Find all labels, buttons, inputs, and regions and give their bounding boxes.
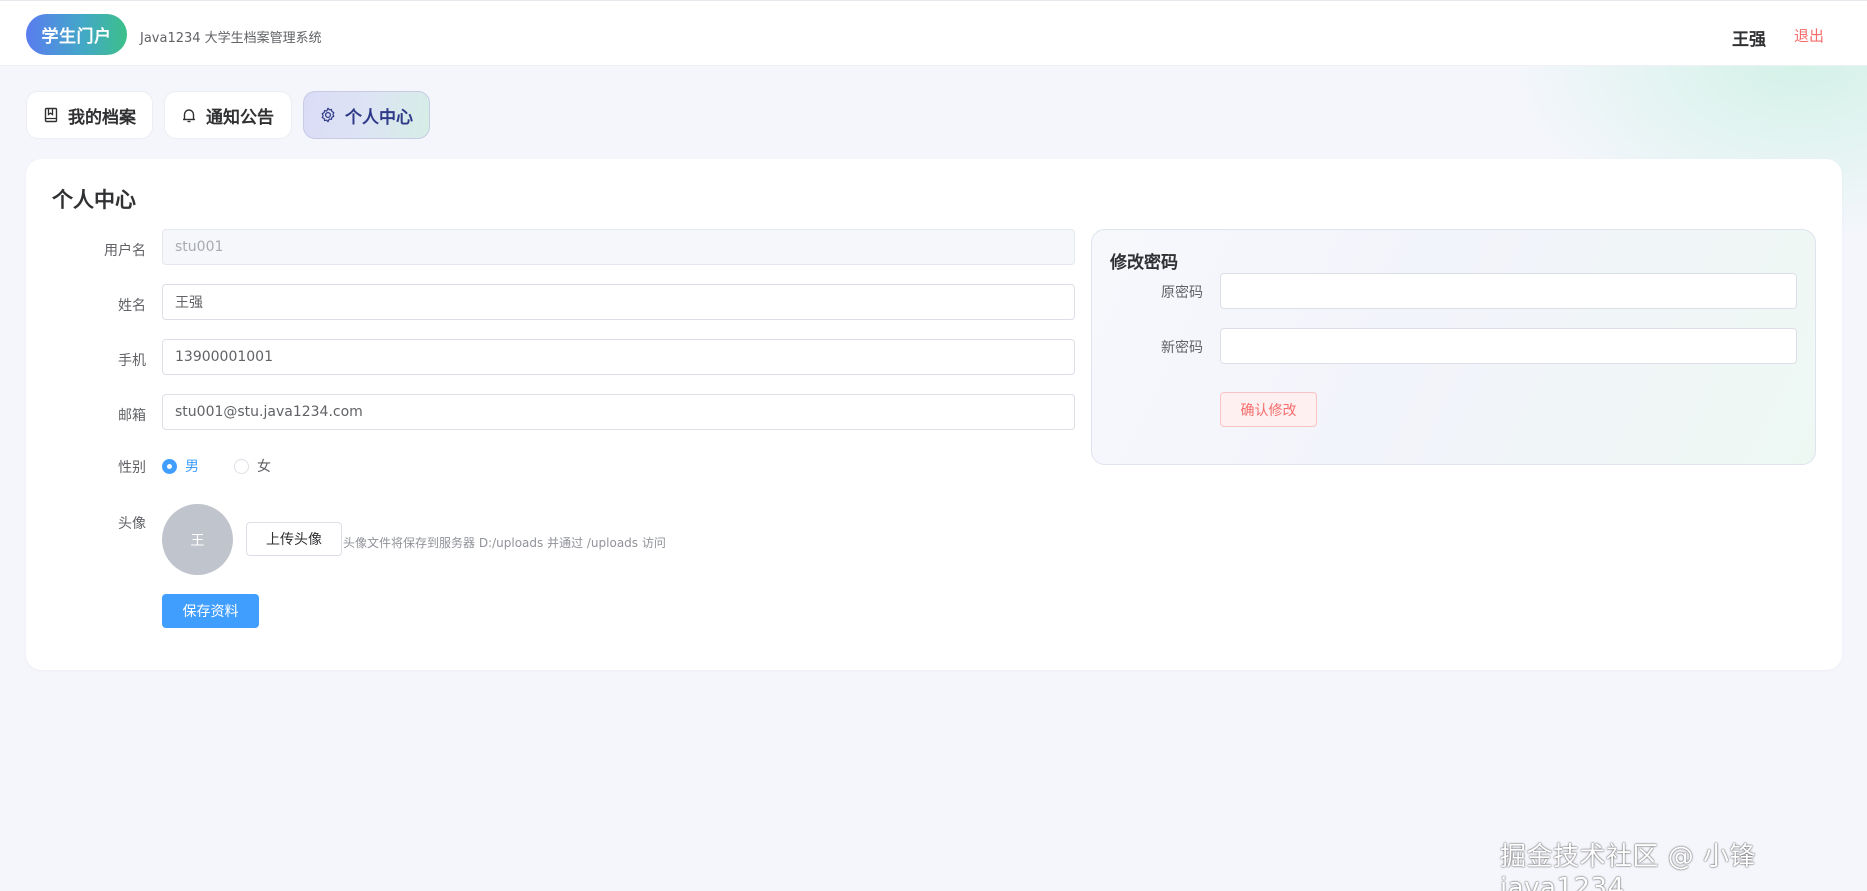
old-password-label: 原密码 xyxy=(1161,285,1203,301)
radio-dot xyxy=(234,458,249,474)
password-panel-title: 修改密码 xyxy=(1110,253,1178,273)
upload-avatar-button[interactable]: 上传头像 xyxy=(246,522,342,556)
page-title: 个人中心 xyxy=(52,188,136,212)
phone-field[interactable]: 13900001001 xyxy=(162,339,1075,375)
gender-label: 性别 xyxy=(118,460,146,476)
system-subtitle: Java1234 大学生档案管理系统 xyxy=(140,31,322,46)
profile-card: 个人中心 用户名 stu001 姓名 王强 手机 13900001001 邮箱 … xyxy=(26,159,1842,670)
old-password-field[interactable] xyxy=(1220,273,1797,309)
bell-icon xyxy=(180,106,198,124)
gender-radio-male[interactable]: 男 xyxy=(162,456,199,476)
email-label: 邮箱 xyxy=(118,408,146,424)
top-header: 学生门户 Java1234 大学生档案管理系统 王强 退出 xyxy=(0,0,1867,66)
tab-label: 通知公告 xyxy=(206,107,274,128)
avatar: 王 xyxy=(162,504,233,575)
change-password-panel: 修改密码 原密码 新密码 确认修改 xyxy=(1091,229,1816,465)
save-profile-button[interactable]: 保存资料 xyxy=(162,594,259,628)
phone-label: 手机 xyxy=(118,353,146,369)
gender-radio-female[interactable]: 女 xyxy=(234,456,271,476)
radio-label: 女 xyxy=(257,459,271,475)
gear-icon xyxy=(319,106,337,124)
avatar-label: 头像 xyxy=(118,516,146,532)
new-password-label: 新密码 xyxy=(1161,340,1203,356)
watermark-text: 掘金技术社区 @ 小锋java1234 xyxy=(1500,842,1757,891)
name-label: 姓名 xyxy=(118,298,146,314)
upload-tip: 头像文件将保存到服务器 D:/uploads 并通过 /uploads 访问 xyxy=(343,536,666,550)
tab-label: 我的档案 xyxy=(68,107,136,128)
tab-personal-center[interactable]: 个人中心 xyxy=(303,91,430,139)
tab-notices[interactable]: 通知公告 xyxy=(164,91,292,139)
logout-link[interactable]: 退出 xyxy=(1794,25,1824,46)
email-field[interactable]: stu001@stu.java1234.com xyxy=(162,394,1075,430)
new-password-field[interactable] xyxy=(1220,328,1797,364)
book-icon xyxy=(42,106,60,124)
username-label: 用户名 xyxy=(104,243,146,259)
radio-dot xyxy=(162,458,177,474)
confirm-password-button[interactable]: 确认修改 xyxy=(1220,392,1317,427)
tab-label: 个人中心 xyxy=(345,107,413,128)
current-user-name: 王强 xyxy=(1732,30,1766,50)
tab-my-archive[interactable]: 我的档案 xyxy=(26,91,153,139)
radio-label: 男 xyxy=(185,459,199,475)
portal-logo[interactable]: 学生门户 xyxy=(26,14,127,55)
name-field[interactable]: 王强 xyxy=(162,284,1075,320)
username-field: stu001 xyxy=(162,229,1075,265)
